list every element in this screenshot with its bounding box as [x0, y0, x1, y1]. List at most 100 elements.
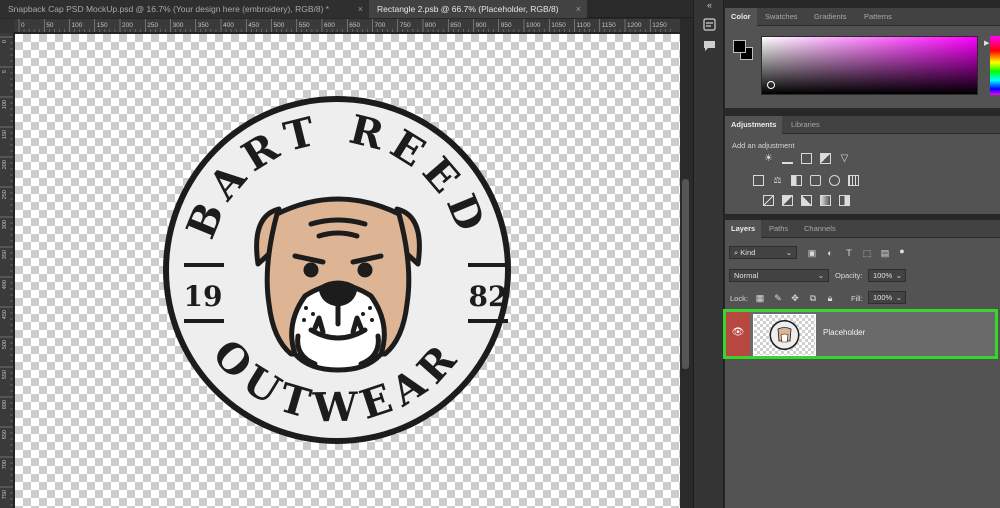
filter-smart-objects-icon[interactable]: ▤ — [880, 248, 890, 258]
ruler-tick-label: 1000 — [526, 22, 541, 29]
lock-label: Lock: — [730, 294, 748, 303]
document-tab-snapback-mockup[interactable]: Snapback Cap PSD MockUp.psd @ 16.7% (You… — [0, 0, 369, 18]
filter-pixel-layers-icon[interactable]: ▣ — [807, 248, 817, 258]
ruler-tick-label: 700 — [2, 460, 8, 469]
collapsed-panel-strip: « — [693, 0, 724, 508]
tab-paths[interactable]: Paths — [763, 220, 794, 238]
bulldog-logo-artwork: BART REED OUTWEAR 19 82 — [163, 96, 511, 444]
invert-icon[interactable] — [763, 195, 774, 206]
channel-mixer-icon[interactable] — [829, 175, 840, 186]
hue-saturation-icon[interactable] — [753, 175, 764, 186]
black-white-icon[interactable] — [791, 175, 802, 186]
ruler-tick-label: 400 — [223, 22, 234, 29]
ruler-tick-label: 600 — [324, 22, 335, 29]
chevron-down-icon: ⌄ — [895, 293, 902, 302]
color-balance-icon[interactable]: ⚖ — [772, 175, 783, 186]
close-tab-icon[interactable]: × — [358, 0, 363, 18]
color-picker-field[interactable] — [761, 36, 978, 95]
curves-icon[interactable] — [801, 153, 812, 164]
color-lookup-icon[interactable] — [848, 175, 859, 186]
horizontal-ruler[interactable]: 0 50 100 150 200 250 300 350 400 450 500 550 600 650 7… — [14, 19, 680, 33]
vibrance-icon[interactable]: ▽ — [839, 153, 850, 164]
foreground-color-swatch[interactable] — [733, 40, 746, 53]
blend-mode-value: Normal — [734, 271, 759, 280]
blend-mode-select[interactable]: Normal ⌄ — [729, 269, 829, 282]
opacity-label: Opacity: — [835, 271, 863, 280]
comments-icon[interactable] — [701, 39, 718, 56]
color-panel: Color Swatches Gradients Patterns ▶ — [725, 8, 1000, 108]
tab-gradients[interactable]: Gradients — [808, 8, 853, 26]
filter-kind-value: Kind — [740, 248, 756, 257]
brightness-contrast-icon[interactable]: ☀ — [763, 153, 774, 164]
layer-filter-kind-select[interactable]: ⌕ Kind ⌄ — [729, 246, 797, 259]
hue-slider[interactable] — [990, 36, 1000, 95]
lock-artboard-icon[interactable]: ⧉ — [808, 293, 818, 303]
ruler-tick-label: 500 — [2, 340, 8, 349]
chevron-down-icon: ⌄ — [817, 271, 824, 280]
filter-adjustment-layers-icon[interactable]: ◐ — [825, 248, 835, 258]
selective-color-icon[interactable] — [839, 195, 850, 206]
close-tab-icon[interactable]: × — [576, 0, 581, 18]
add-adjustment-label: Add an adjustment — [732, 141, 795, 150]
lock-position-icon[interactable]: ✥ — [790, 293, 800, 303]
tab-libraries[interactable]: Libraries — [785, 116, 826, 134]
search-icon: ⌕ — [734, 248, 739, 257]
ruler-tick-label: 750 — [2, 490, 8, 499]
ruler-tick-label: 650 — [349, 22, 360, 29]
tab-color[interactable]: Color — [725, 8, 757, 26]
tab-patterns[interactable]: Patterns — [858, 8, 898, 26]
layer-row-placeholder[interactable]: 👁︎ Placeholder — [723, 309, 998, 359]
exposure-icon[interactable] — [820, 153, 831, 164]
document-canvas[interactable]: BART REED OUTWEAR 19 82 — [15, 34, 680, 508]
scrollbar-thumb[interactable] — [682, 179, 689, 369]
tab-layers[interactable]: Layers — [725, 220, 762, 238]
year-right-text: 82 — [469, 280, 508, 313]
ruler-tick-label: 600 — [2, 400, 8, 409]
horizontal-ruler-ticks: 0 50 100 150 200 250 300 350 400 450 500 550 600 650 7… — [18, 19, 671, 32]
lock-all-icon[interactable]: 🔒︎ — [825, 293, 835, 303]
hue-slider-arrow-icon[interactable]: ▶ — [984, 39, 989, 47]
ruler-origin[interactable] — [0, 19, 14, 33]
ruler-tick-label: 50 — [46, 22, 54, 29]
ruler-tick-label: 1150 — [602, 22, 616, 29]
photo-filter-icon[interactable] — [810, 175, 821, 186]
ruler-tick-label: 150 — [97, 22, 108, 29]
ruler-tick-label: 250 — [147, 22, 158, 29]
opacity-input[interactable]: 100% ⌄ — [868, 269, 906, 282]
blend-opacity-row: Normal ⌄ Opacity: 100% ⌄ — [725, 269, 1000, 283]
layer-visibility-toggle[interactable]: 👁︎ — [726, 312, 750, 356]
levels-icon[interactable] — [782, 153, 793, 164]
tab-channels[interactable]: Channels — [798, 220, 842, 238]
color-picker-cursor[interactable] — [767, 81, 775, 89]
layer-name[interactable]: Placeholder — [823, 328, 865, 337]
layer-thumbnail[interactable] — [753, 314, 816, 356]
collapse-panels-icon[interactable]: « — [701, 0, 718, 10]
ruler-tick-label: 0 — [2, 40, 8, 43]
filter-type-layers-icon[interactable]: T — [844, 248, 854, 258]
adjustments-panel: Adjustments Libraries Add an adjustment … — [725, 116, 1000, 214]
document-tab-rectangle-2[interactable]: Rectangle 2.psb @ 66.7% (Placeholder, RG… — [369, 0, 587, 18]
lock-transparent-pixels-icon[interactable]: ▦ — [755, 293, 765, 303]
threshold-icon[interactable] — [801, 195, 812, 206]
filter-toggle-icon[interactable]: ● — [897, 246, 907, 256]
ruler-tick-label: 950 — [501, 22, 512, 29]
layers-panel: Layers Paths Channels ⌕ Kind ⌄ ▣ ◐ T ⬚ ▤… — [723, 220, 1000, 508]
gradient-map-icon[interactable] — [820, 195, 831, 206]
vertical-ruler[interactable]: 0 5 100 150 200 250 300 350 400 450 500 550 600 650 70… — [0, 33, 14, 508]
lock-image-pixels-icon[interactable]: ✎ — [773, 293, 783, 303]
ruler-tick-label: 100 — [72, 22, 83, 29]
lock-fill-row: Lock: ▦ ✎ ✥ ⧉ 🔒︎ Fill: 100% ⌄ — [725, 291, 1000, 305]
tab-swatches[interactable]: Swatches — [759, 8, 804, 26]
eye-icon: 👁︎ — [731, 327, 745, 338]
history-icon[interactable] — [701, 18, 718, 35]
filter-shape-layers-icon[interactable]: ⬚ — [862, 248, 872, 258]
ruler-tick-label: 750 — [400, 22, 411, 29]
posterize-icon[interactable] — [782, 195, 793, 206]
ruler-tick-label: 650 — [2, 430, 8, 439]
ruler-tick-label: 550 — [299, 22, 310, 29]
document-tab-title: Rectangle 2.psb @ 66.7% (Placeholder, RG… — [377, 4, 559, 14]
tab-adjustments[interactable]: Adjustments — [725, 116, 783, 134]
layer-filter-row: ⌕ Kind ⌄ ▣ ◐ T ⬚ ▤ ● — [725, 246, 1000, 260]
canvas-vertical-scrollbar[interactable] — [680, 19, 692, 508]
fill-input[interactable]: 100% ⌄ — [868, 291, 906, 304]
